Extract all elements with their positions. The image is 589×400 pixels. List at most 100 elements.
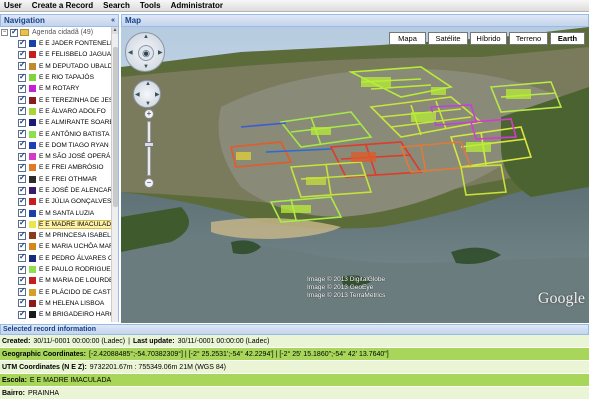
school-list-item[interactable]: E E TEREZINHA DE JESUS: [0, 94, 112, 105]
menu-user[interactable]: User: [0, 1, 28, 10]
school-key: Escola:: [2, 376, 27, 384]
item-checkbox[interactable]: [18, 61, 26, 71]
updated-value: 30/11/-0001 00:00:00 (Ladec): [177, 337, 270, 345]
school-list-item[interactable]: E M PRINCESA ISABEL: [0, 230, 112, 241]
school-list-item[interactable]: E E MADRE IMACULADA: [0, 219, 112, 230]
item-checkbox[interactable]: [18, 117, 26, 127]
school-list-item[interactable]: E M DEPUTADO UBALDO: [0, 61, 112, 72]
item-checkbox[interactable]: [18, 106, 26, 116]
menu-create-record[interactable]: Create a Record: [28, 1, 99, 10]
zoom-track[interactable]: [144, 121, 154, 176]
school-label: E M DEPUTADO UBALDO: [39, 62, 112, 70]
item-checkbox[interactable]: [18, 151, 26, 161]
menu-search[interactable]: Search: [99, 1, 136, 10]
school-list-item[interactable]: E M ROTARY: [0, 83, 112, 94]
school-list-item[interactable]: E E RIO TAPAJÓS: [0, 72, 112, 83]
map-type-hibrido[interactable]: Híbrido: [470, 32, 507, 45]
item-checkbox[interactable]: [18, 309, 26, 319]
school-list-item[interactable]: E E PEDRO ÁLVARES CABRAL: [0, 253, 112, 264]
collapse-icon[interactable]: «: [111, 17, 115, 24]
eye-icon[interactable]: ◉: [138, 45, 154, 61]
item-checkbox[interactable]: [18, 230, 26, 240]
collapse-tree-icon[interactable]: −: [1, 29, 8, 36]
item-checkbox[interactable]: [18, 49, 26, 59]
folder-icon: [20, 29, 29, 36]
school-list-item[interactable]: E E DOM TIAGO RYAN: [0, 140, 112, 151]
school-list-item[interactable]: E M MARIA DE LOURDES: [0, 275, 112, 286]
map-view[interactable]: ▲ ▼ ◀ ▶ ◉ ▲ ▼ ◀ ▶ + − Mapa Satélite Híbr…: [121, 27, 589, 323]
map-type-satelite[interactable]: Satélite: [428, 32, 468, 45]
color-swatch-icon: [29, 119, 36, 127]
school-list-item[interactable]: E M SANTA LUZIA: [0, 207, 112, 218]
item-checkbox[interactable]: [18, 162, 26, 172]
item-checkbox[interactable]: [18, 298, 26, 308]
item-checkbox[interactable]: [18, 275, 26, 285]
school-list-item[interactable]: E M BRIGADEIRO HAROLDO: [0, 309, 112, 320]
map-type-earth[interactable]: Earth: [550, 32, 585, 45]
school-list-item[interactable]: E E FELISBELO JAGUARIBE: [0, 49, 112, 60]
school-list-item[interactable]: E E PLÁCIDO DE CASTRO: [0, 287, 112, 298]
school-list-item[interactable]: E E FREI OTHMAR: [0, 174, 112, 185]
school-list-item[interactable]: E E MARIA UCHÔA MARTINS: [0, 241, 112, 252]
item-checkbox[interactable]: [18, 207, 26, 218]
school-list-item[interactable]: E E FREI AMBRÓSIO: [0, 162, 112, 173]
school-list-item[interactable]: E M HELENA LISBOA: [0, 298, 112, 309]
school-list-item[interactable]: E M SÃO JOSÉ OPERÁRIO: [0, 151, 112, 162]
school-list-item[interactable]: E E ANTÔNIO BATISTA: [0, 128, 112, 139]
map-type-mapa[interactable]: Mapa: [389, 32, 426, 45]
school-label: E E PAULO RODRIGUES: [39, 266, 112, 274]
item-checkbox[interactable]: [18, 174, 26, 184]
tree-root[interactable]: − Agenda cidadã (49): [0, 27, 118, 38]
item-checkbox[interactable]: [18, 140, 26, 150]
color-swatch-icon: [29, 40, 36, 48]
school-list-item[interactable]: E E SÃO FRANCISCO: [0, 320, 112, 322]
item-checkbox[interactable]: [18, 94, 26, 105]
menu-administrator[interactable]: Administrator: [167, 1, 229, 10]
zoom-knob[interactable]: [144, 142, 154, 147]
item-checkbox[interactable]: [18, 264, 26, 274]
created-key: Created:: [2, 337, 31, 345]
map-header: Map: [121, 14, 589, 27]
item-checkbox[interactable]: [18, 128, 26, 139]
zoom-out-button[interactable]: −: [144, 178, 154, 188]
color-swatch-icon: [29, 198, 36, 206]
item-checkbox[interactable]: [18, 241, 26, 251]
attribution-line: Image © 2013 GeoEye: [307, 284, 374, 291]
item-checkbox[interactable]: [18, 185, 26, 195]
zoom-slider[interactable]: + −: [144, 109, 154, 189]
look-control[interactable]: ▲ ▼ ◀ ▶ ◉: [125, 32, 165, 72]
updated-key: Last update:: [132, 337, 175, 345]
selected-record-header: Selected record information: [0, 324, 589, 335]
root-checkbox[interactable]: [10, 27, 18, 37]
color-swatch-icon: [29, 175, 36, 183]
school-list-item[interactable]: E E JÚLIA GONÇALVES: [0, 196, 112, 207]
scroll-up-icon[interactable]: ▲: [112, 27, 118, 34]
item-checkbox[interactable]: [18, 287, 26, 297]
item-checkbox[interactable]: [18, 72, 26, 82]
school-row: Escola: E E MADRE IMACULADA: [0, 374, 589, 387]
map-type-terreno[interactable]: Terreno: [509, 32, 548, 45]
school-list-item[interactable]: E E PAULO RODRIGUES: [0, 264, 112, 275]
nav-scrollbar[interactable]: ▲: [111, 27, 118, 322]
school-label: E E MARIA UCHÔA MARTINS: [39, 243, 112, 251]
item-checkbox[interactable]: [18, 38, 26, 48]
school-list-item[interactable]: E E ALMIRANTE SOARES: [0, 117, 112, 128]
item-checkbox[interactable]: [18, 196, 26, 206]
color-swatch-icon: [29, 232, 36, 240]
item-checkbox[interactable]: [18, 219, 26, 229]
menu-tools[interactable]: Tools: [136, 1, 167, 10]
school-list-item[interactable]: E E JADER FONTENELE: [0, 38, 112, 49]
color-swatch-icon: [29, 299, 36, 307]
navigation-title: Navigation: [4, 16, 45, 25]
school-list: E E JADER FONTENELE E E FELISBELO JAGUARI…: [0, 38, 112, 322]
school-list-item[interactable]: E E JOSÉ DE ALENCAR: [0, 185, 112, 196]
item-checkbox[interactable]: [18, 253, 26, 263]
school-label: E M ROTARY: [39, 85, 80, 93]
school-list-item[interactable]: E E ÁLVARO ADOLFO: [0, 106, 112, 117]
scroll-thumb[interactable]: [113, 47, 118, 207]
google-logo[interactable]: Google: [538, 290, 585, 308]
zoom-in-button[interactable]: +: [144, 109, 154, 119]
color-swatch-icon: [29, 164, 36, 172]
item-checkbox[interactable]: [18, 83, 26, 93]
move-control[interactable]: ▲ ▼ ◀ ▶: [133, 80, 161, 108]
